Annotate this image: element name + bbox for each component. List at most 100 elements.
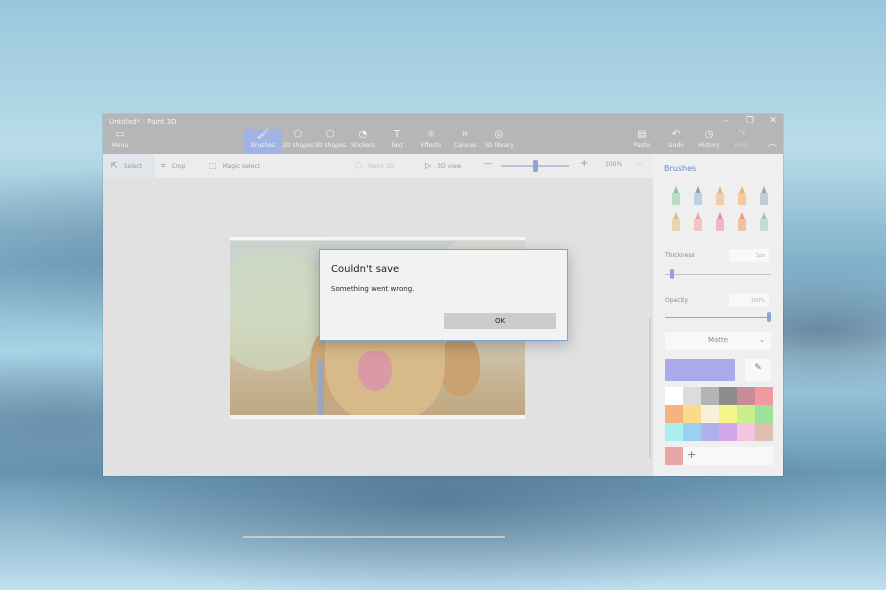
tool-text[interactable]: T Text <box>378 129 416 153</box>
color-swatch[interactable] <box>665 423 683 441</box>
color-swatch[interactable] <box>701 387 719 405</box>
title-bar: Untitled* - Paint 3D – ❐ ✕ ▭ Menu 🖌 Brus… <box>103 114 783 154</box>
chevron-down-icon: ⌄ <box>759 336 765 344</box>
tool-3d-library[interactable]: ◎ 3D library <box>480 129 518 153</box>
tool-label: Redo <box>734 142 750 149</box>
crop-button[interactable]: ⌗ Crop <box>161 161 186 171</box>
tool-label: Brushes <box>250 142 276 149</box>
color-swatch[interactable] <box>683 387 701 405</box>
select-button[interactable]: ⇱ Select <box>103 154 155 178</box>
color-swatch[interactable] <box>683 405 701 423</box>
menu-folder-icon: ▭ <box>115 129 125 140</box>
color-swatch[interactable] <box>737 405 755 423</box>
dog-ear <box>440 336 480 396</box>
brush-body <box>694 193 702 205</box>
color-swatch[interactable] <box>755 387 773 405</box>
add-color-button[interactable]: + <box>687 448 696 461</box>
custom-color-swatch[interactable] <box>665 447 683 465</box>
eyedropper-button[interactable]: ✎ <box>745 359 771 381</box>
3d-view-button[interactable]: ▷ 3D view <box>425 161 461 170</box>
paste-icon: ▤ <box>637 129 647 140</box>
color-swatch[interactable] <box>719 387 737 405</box>
tool-label: Effects <box>420 142 442 149</box>
thickness-slider-thumb[interactable] <box>670 269 675 279</box>
maximize-button[interactable]: ❐ <box>741 116 759 126</box>
eyedropper-icon: ✎ <box>754 363 762 373</box>
zoom-slider-thumb[interactable] <box>533 160 538 172</box>
zoom-in-button[interactable]: + <box>580 158 588 169</box>
opacity-label: Opacity <box>665 297 689 304</box>
color-swatch[interactable] <box>755 423 773 441</box>
tool-canvas[interactable]: ⌗ Canvas <box>446 129 484 153</box>
eraser-icon[interactable] <box>693 212 703 232</box>
paste-button[interactable]: ▤ Paste <box>623 129 661 153</box>
brush-icon: 🖌 <box>256 129 270 140</box>
fill-bucket-icon[interactable] <box>759 212 769 232</box>
tool-label: 3D library <box>484 142 514 149</box>
magic-select-label: Magic select <box>222 163 260 170</box>
color-swatch[interactable] <box>737 387 755 405</box>
select-label: Select <box>123 163 143 170</box>
oil-brush-icon[interactable] <box>715 186 725 206</box>
crayon-icon[interactable] <box>715 212 725 232</box>
canvas-icon: ⌗ <box>462 129 468 140</box>
custom-color-row: + <box>665 447 773 465</box>
tool-effects[interactable]: ☼ Effects <box>412 129 450 153</box>
finish-dropdown[interactable]: Matte ⌄ <box>665 332 771 350</box>
canvas-edge <box>230 237 525 240</box>
make-3d-button[interactable]: ⬡ Make 3D <box>355 161 394 170</box>
magic-select-icon: ⬚ <box>209 161 217 170</box>
brush-body <box>760 193 768 205</box>
pencil-icon[interactable] <box>671 212 681 232</box>
window-title: Untitled* - Paint 3D <box>109 118 177 126</box>
tool-stickers[interactable]: ◔ Stickers <box>344 129 382 153</box>
stickers-icon: ◔ <box>358 129 368 140</box>
brush-body <box>672 193 680 205</box>
brush-body <box>716 193 724 205</box>
color-swatch[interactable] <box>701 405 719 423</box>
tool-brushes[interactable]: 🖌 Brushes <box>244 129 282 153</box>
crop-icon: ⌗ <box>161 161 166 170</box>
tool-label: Stickers <box>351 142 375 149</box>
brush-body <box>716 219 724 231</box>
collapse-ribbon-icon[interactable]: ︿ <box>768 136 777 149</box>
finish-value: Matte <box>707 336 729 344</box>
color-swatch[interactable] <box>683 423 701 441</box>
magic-select-button[interactable]: ⬚ Magic select <box>209 161 260 170</box>
thickness-label: Thickness <box>665 252 695 259</box>
menu-button[interactable]: ▭ Menu <box>107 129 133 153</box>
color-swatch[interactable] <box>665 387 683 405</box>
color-swatch[interactable] <box>737 423 755 441</box>
spray-can-icon[interactable] <box>737 212 747 232</box>
thickness-input[interactable]: 1px <box>729 249 769 262</box>
redo-icon: ↷ <box>737 129 747 140</box>
horizontal-scrollbar[interactable] <box>243 536 505 538</box>
make-3d-label: Make 3D <box>367 163 395 170</box>
current-color-swatch[interactable] <box>665 359 735 381</box>
ok-button[interactable]: OK <box>444 313 556 329</box>
brushes-panel: Brushes Thickness 1px Opacity 100% Matte… <box>653 154 783 476</box>
thickness-slider-track[interactable] <box>665 274 771 275</box>
marker-brush-icon[interactable] <box>671 186 681 206</box>
pixel-pen-icon[interactable] <box>759 186 769 206</box>
opacity-input[interactable]: 100% <box>729 294 769 307</box>
canvas-base <box>230 415 525 419</box>
vertical-scrollbar[interactable] <box>649 318 651 458</box>
calligraphy-pen-icon[interactable] <box>693 186 703 206</box>
more-options-button[interactable]: ··· <box>636 161 642 168</box>
color-swatch[interactable] <box>665 405 683 423</box>
tool-label: Canvas <box>453 142 477 149</box>
close-button[interactable]: ✕ <box>764 116 782 126</box>
minimize-button[interactable]: – <box>717 116 735 126</box>
dog-tongue <box>358 351 392 391</box>
brush-body <box>694 219 702 231</box>
color-swatch[interactable] <box>755 405 773 423</box>
panel-title: Brushes <box>664 164 697 173</box>
watercolor-icon[interactable] <box>737 186 747 206</box>
opacity-slider-thumb[interactable] <box>767 312 771 322</box>
color-swatch[interactable] <box>719 405 737 423</box>
zoom-out-button[interactable]: — <box>483 159 492 169</box>
redo-button[interactable]: ↷ Redo <box>723 129 761 153</box>
color-swatch[interactable] <box>701 423 719 441</box>
color-swatch[interactable] <box>719 423 737 441</box>
